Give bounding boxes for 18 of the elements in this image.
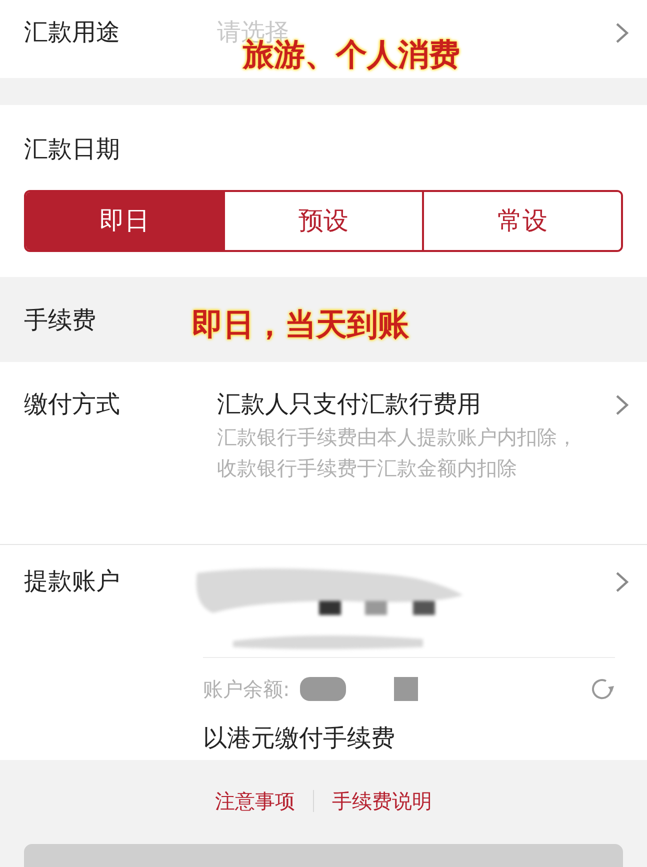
refresh-icon[interactable] (589, 676, 615, 702)
chevron-right-icon[interactable] (615, 394, 629, 416)
field-label: 提款账户 (24, 566, 121, 597)
section-label: 汇款日期 (24, 134, 120, 165)
field-label: 汇款用途 (24, 17, 121, 48)
chevron-right-icon[interactable] (615, 22, 629, 44)
section-title: 手续费 (24, 304, 96, 336)
balance-label: 账户余额: (203, 676, 290, 703)
date-option-tab[interactable]: 即日 (26, 192, 223, 250)
annotation-text: 即日，当天到账 (192, 306, 409, 345)
info-link[interactable]: 手续费说明 (332, 786, 432, 816)
fee-currency-text: 以港元缴付手续费 (203, 723, 395, 754)
date-option-tab[interactable]: 常设 (422, 192, 621, 250)
field-value: 汇款人只支付汇款行费用 (217, 389, 481, 420)
info-link[interactable]: 注意事项 (215, 786, 295, 816)
field-label: 缴付方式 (24, 389, 121, 420)
fee-note: 汇款银行手续费由本人提款账户内扣除，收款银行手续费于汇款金额内扣除 (217, 424, 578, 482)
chevron-right-icon[interactable] (615, 571, 629, 593)
